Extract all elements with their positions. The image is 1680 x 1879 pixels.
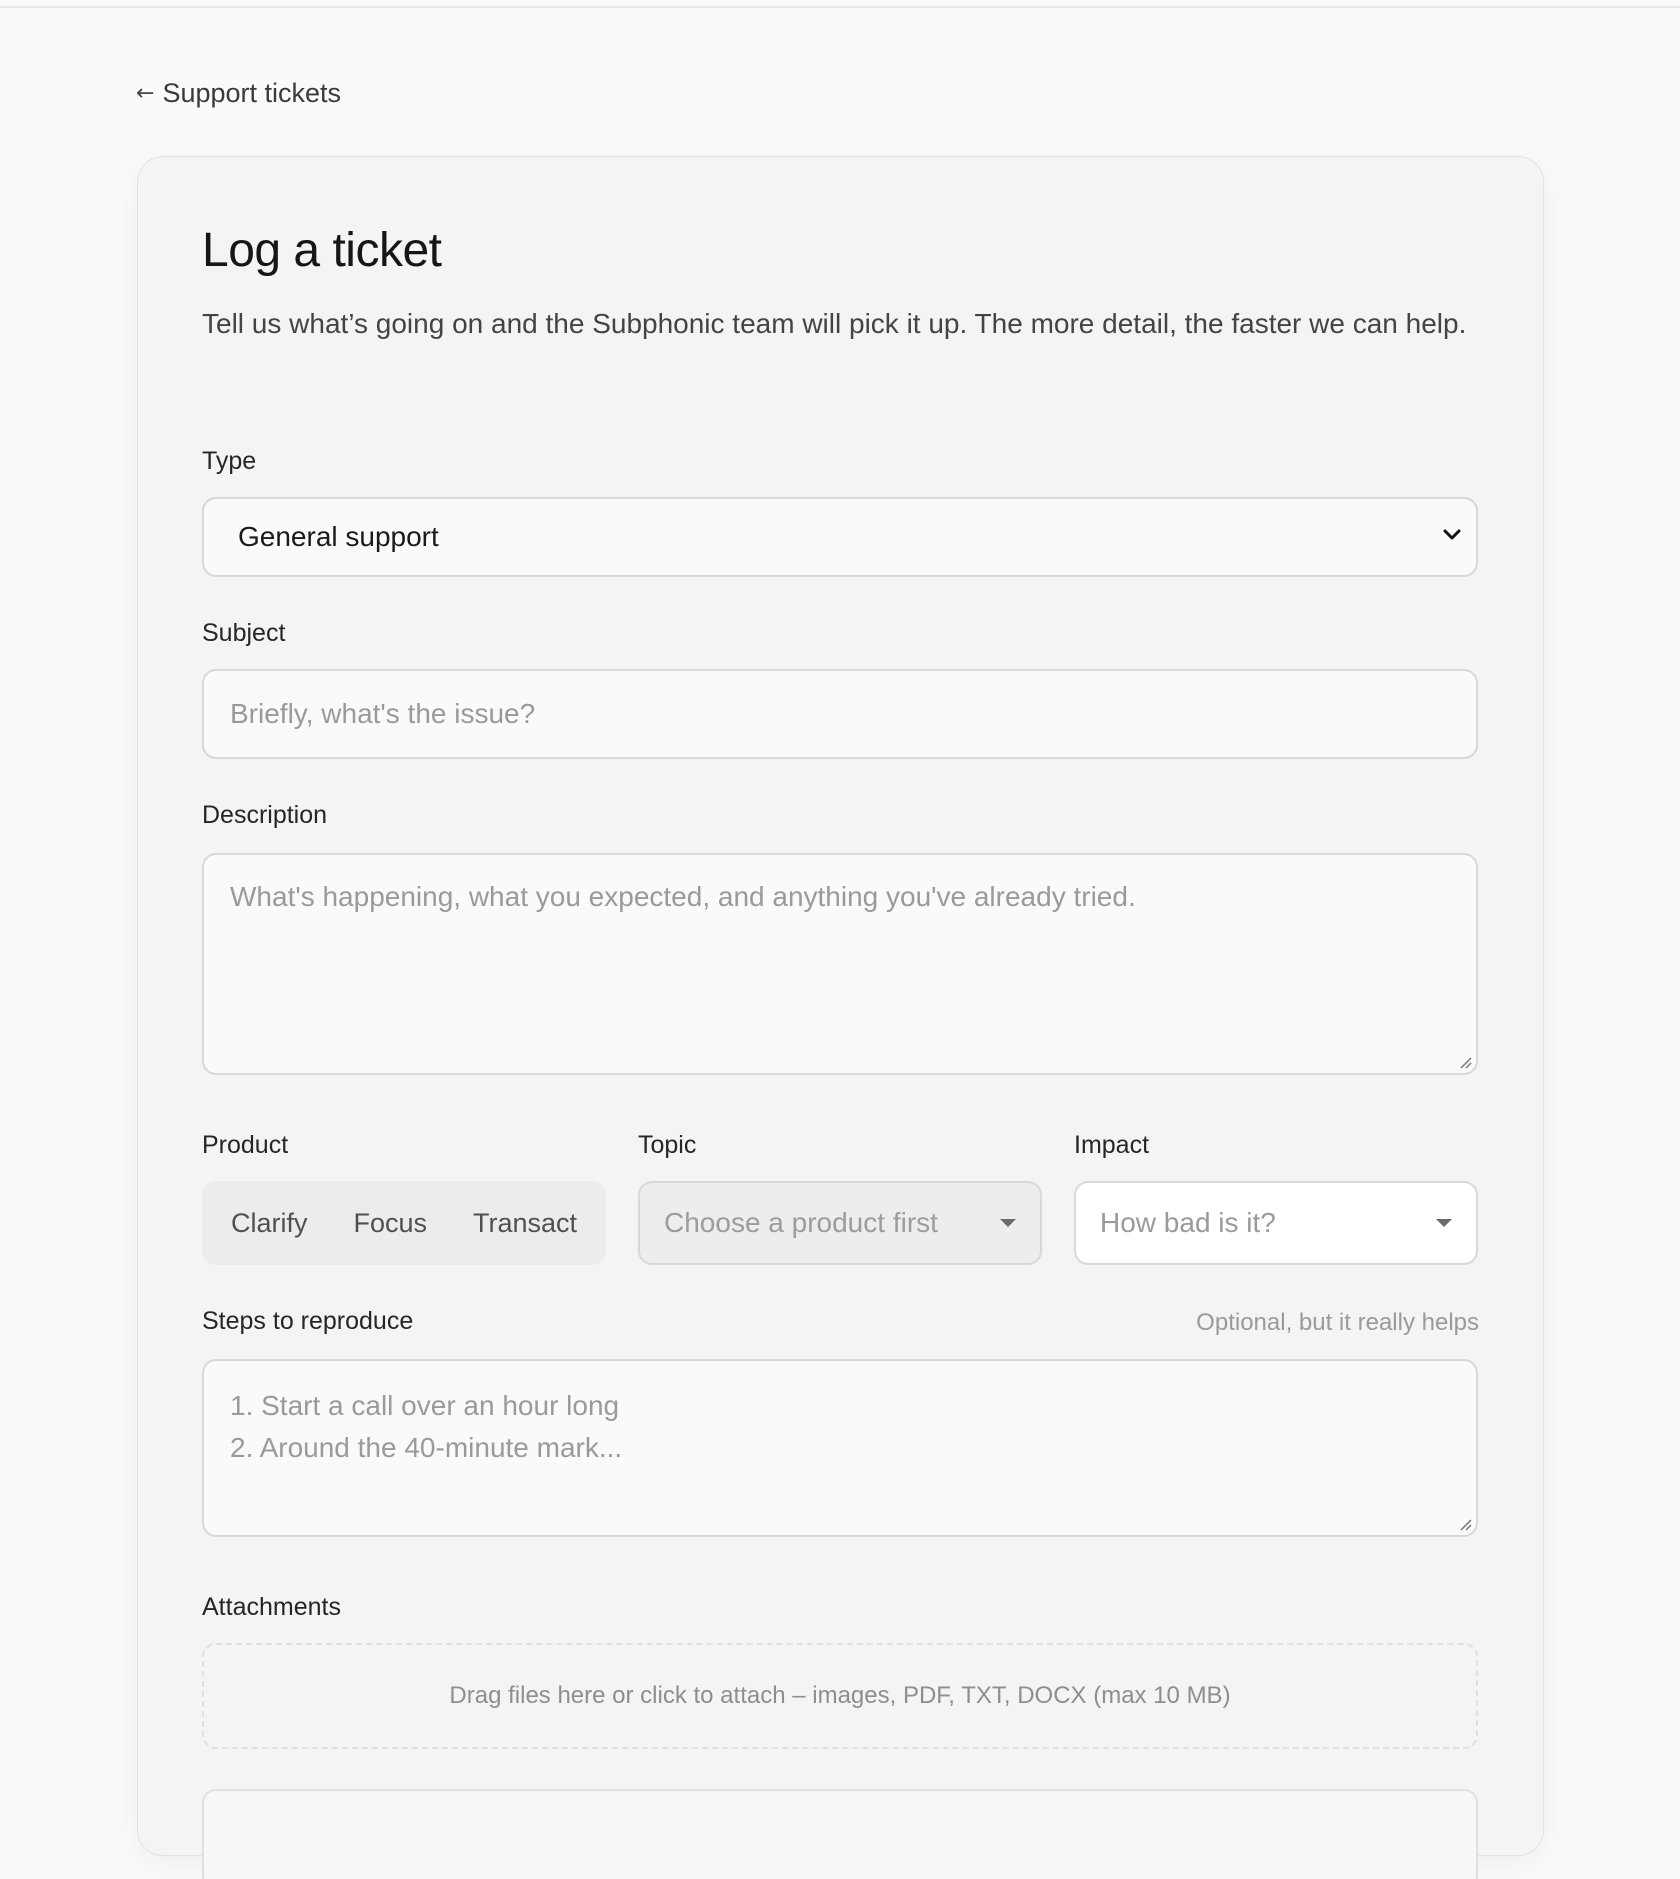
arrow-left-icon: ← (136, 81, 155, 106)
subject-label: Subject (202, 619, 286, 647)
product-option-clarify[interactable]: Clarify (219, 1200, 320, 1247)
description-placeholder: What's happening, what you expected, and… (230, 881, 1136, 912)
ticket-form-card: Log a ticket Tell us what’s going on and… (137, 156, 1544, 1879)
caret-down-icon (1000, 1219, 1016, 1227)
back-to-support-tickets-link[interactable]: ← Support tickets (136, 78, 341, 109)
subject-input[interactable]: Briefly, what's the issue? (202, 669, 1478, 759)
resize-handle-icon[interactable] (1458, 1517, 1472, 1531)
description-label: Description (202, 801, 328, 829)
top-divider (0, 0, 1680, 8)
product-segmented-control: Clarify Focus Transact (202, 1181, 606, 1265)
subject-placeholder: Briefly, what's the issue? (230, 698, 536, 729)
type-label: Type (202, 447, 257, 475)
chevron-down-icon (1443, 529, 1461, 540)
steps-hint: Optional, but it really helps (1196, 1309, 1479, 1336)
steps-label: Steps to reproduce (202, 1307, 414, 1335)
product-label: Product (202, 1131, 289, 1159)
topic-placeholder: Choose a product first (664, 1207, 938, 1238)
resize-handle-icon[interactable] (1458, 1055, 1472, 1069)
caret-down-icon (1436, 1219, 1452, 1227)
topic-select[interactable]: Choose a product first (638, 1181, 1042, 1265)
page-title: Log a ticket (202, 224, 442, 277)
back-link-label: Support tickets (162, 78, 342, 108)
product-option-transact[interactable]: Transact (461, 1200, 589, 1247)
impact-label: Impact (1074, 1131, 1150, 1159)
form-intro: Tell us what’s going on and the Subphoni… (202, 308, 1467, 339)
type-select[interactable]: General support (202, 497, 1478, 577)
impact-select[interactable]: How bad is it? (1074, 1181, 1478, 1265)
topic-label: Topic (638, 1131, 697, 1159)
type-select-value: General support (238, 521, 439, 552)
steps-textarea[interactable]: 1. Start a call over an hour long 2. Aro… (202, 1359, 1478, 1537)
next-field-partial (202, 1789, 1478, 1879)
attachments-label: Attachments (202, 1593, 341, 1621)
dropzone-text: Drag files here or click to attach – ima… (449, 1682, 1231, 1709)
steps-placeholder-line-2: 2. Around the 40-minute mark... (230, 1432, 623, 1463)
steps-placeholder-line-1: 1. Start a call over an hour long (230, 1390, 620, 1421)
product-option-focus[interactable]: Focus (341, 1200, 439, 1247)
impact-placeholder: How bad is it? (1100, 1207, 1276, 1238)
attachments-dropzone[interactable]: Drag files here or click to attach – ima… (202, 1643, 1478, 1749)
description-textarea[interactable]: What's happening, what you expected, and… (202, 853, 1478, 1075)
